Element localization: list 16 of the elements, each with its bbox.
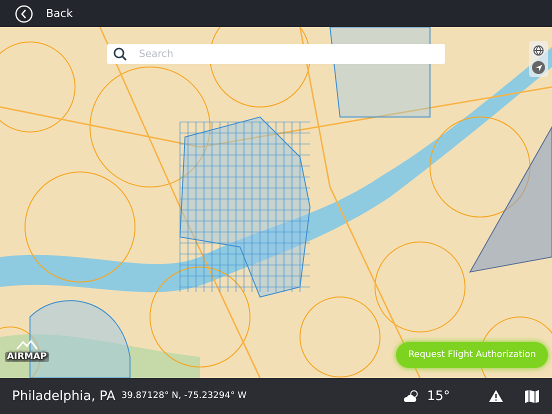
- search-field[interactable]: Search: [137, 48, 439, 60]
- navigation-arrow-icon: [534, 64, 542, 72]
- back-button[interactable]: Back: [15, 4, 73, 22]
- search-icon: [113, 47, 127, 61]
- location-button[interactable]: [532, 61, 545, 74]
- temperature-text: 15°: [426, 388, 450, 404]
- map-icon: [524, 388, 540, 404]
- warning-button[interactable]: [488, 389, 504, 403]
- map-button[interactable]: [524, 388, 540, 404]
- globe-button[interactable]: [532, 44, 545, 57]
- location-name: Philadelphia, PA: [12, 388, 116, 404]
- warning-icon: [488, 389, 504, 403]
- search-bar[interactable]: Search: [107, 44, 445, 64]
- globe-icon: [533, 45, 544, 56]
- coordinates-text: 39.87128° N, -75.23294° W: [121, 391, 247, 401]
- mountain-logo-icon: [16, 340, 38, 350]
